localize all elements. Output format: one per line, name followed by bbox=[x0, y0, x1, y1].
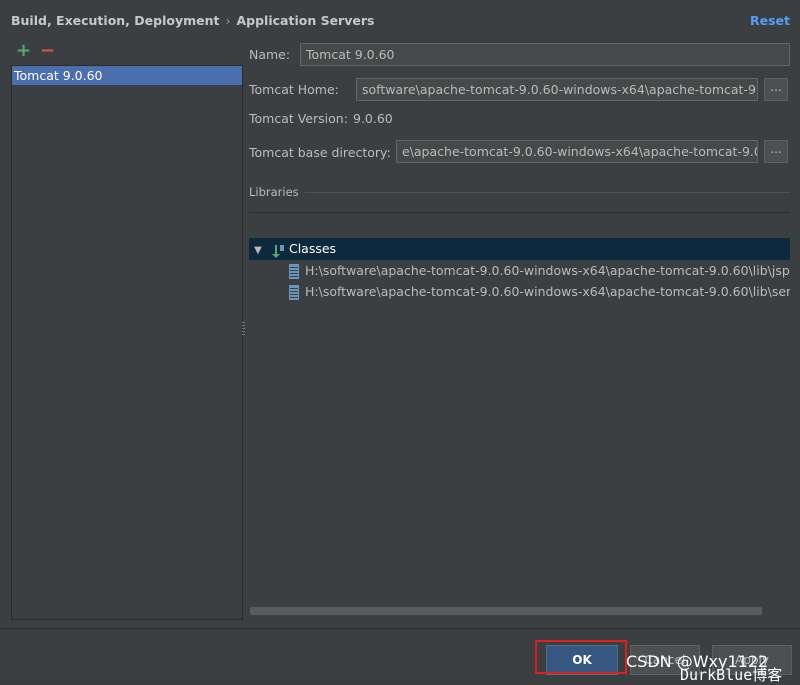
tomcat-base-browse-button[interactable]: ... bbox=[764, 140, 788, 163]
jar-file-icon bbox=[289, 285, 299, 300]
breadcrumb-parent[interactable]: Build, Execution, Deployment bbox=[11, 13, 219, 28]
horizontal-scrollbar[interactable] bbox=[250, 607, 762, 615]
tomcat-home-browse-button[interactable]: ... bbox=[764, 78, 788, 101]
ok-highlight-box bbox=[535, 640, 627, 674]
libraries-tree: ▼ Classes H:\software\apache-tomcat-9.0.… bbox=[249, 212, 790, 608]
library-jar-item[interactable]: H:\software\apache-tomcat-9.0.60-windows… bbox=[289, 282, 790, 302]
tree-node-classes[interactable]: ▼ Classes bbox=[249, 238, 790, 260]
add-server-button[interactable]: + bbox=[16, 42, 31, 60]
classes-icon bbox=[271, 243, 285, 258]
tomcat-version-label: Tomcat Version: bbox=[249, 111, 348, 126]
watermark-blog: DurkBlue博客 bbox=[680, 666, 783, 684]
tree-node-classes-label: Classes bbox=[288, 241, 337, 256]
library-jar-path: H:\software\apache-tomcat-9.0.60-windows… bbox=[305, 263, 790, 278]
breadcrumb-current: Application Servers bbox=[236, 13, 375, 28]
library-jar-item[interactable]: H:\software\apache-tomcat-9.0.60-windows… bbox=[289, 261, 790, 281]
tomcat-home-field[interactable]: software\apache-tomcat-9.0.60-windows-x6… bbox=[356, 78, 758, 101]
libraries-divider bbox=[305, 192, 790, 193]
libraries-title: Libraries bbox=[249, 185, 299, 199]
remove-server-button[interactable]: − bbox=[40, 42, 55, 60]
name-field[interactable]: Tomcat 9.0.60 bbox=[300, 43, 790, 66]
reset-link[interactable]: Reset bbox=[750, 13, 790, 28]
tomcat-home-label: Tomcat Home: bbox=[249, 82, 339, 97]
library-jar-path: H:\software\apache-tomcat-9.0.60-windows… bbox=[305, 284, 790, 299]
tomcat-base-field[interactable]: e\apache-tomcat-9.0.60-windows-x64\apach… bbox=[396, 140, 758, 163]
expand-toggle-icon[interactable]: ▼ bbox=[249, 240, 267, 262]
tomcat-version-value: 9.0.60 bbox=[353, 111, 393, 126]
server-list: Tomcat 9.0.60 bbox=[11, 65, 243, 620]
jar-file-icon bbox=[289, 264, 299, 279]
name-label: Name: bbox=[249, 47, 291, 62]
server-item-tomcat[interactable]: Tomcat 9.0.60 bbox=[12, 66, 242, 85]
breadcrumb-separator: › bbox=[225, 13, 231, 28]
splitter-handle[interactable] bbox=[242, 322, 245, 336]
tomcat-base-label: Tomcat base directory: bbox=[249, 145, 391, 160]
breadcrumb: Build, Execution, Deployment › Application… bbox=[11, 13, 374, 28]
